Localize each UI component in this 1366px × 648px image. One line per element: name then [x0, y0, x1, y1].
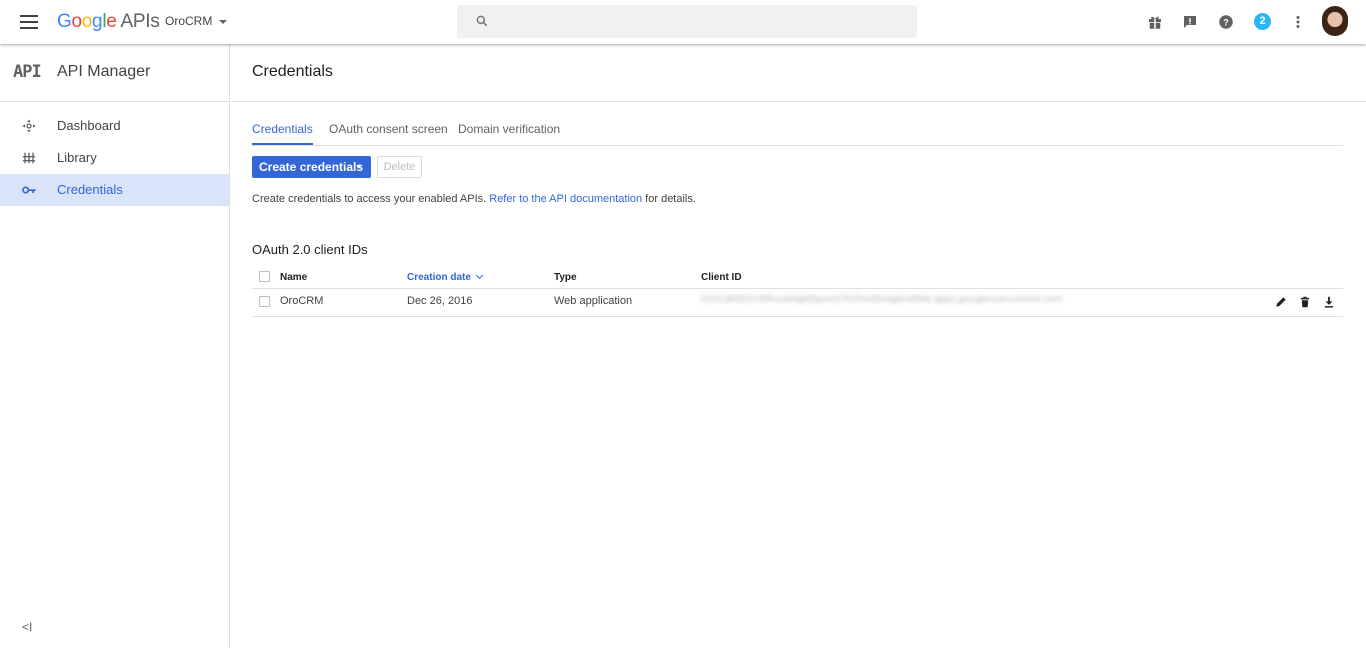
- feedback-icon[interactable]: [1181, 13, 1199, 31]
- api-documentation-link[interactable]: Refer to the API documentation: [489, 193, 642, 205]
- description-after: for details.: [642, 193, 696, 205]
- search-input[interactable]: [497, 5, 907, 38]
- sidebar-item-label: Credentials: [57, 182, 123, 197]
- search-bar[interactable]: [457, 5, 917, 38]
- column-header-name: Name: [280, 272, 308, 283]
- project-selector[interactable]: OroCRM: [165, 14, 228, 28]
- column-header-client-id: Client ID: [701, 272, 742, 283]
- logo-letter: e: [106, 11, 117, 32]
- description-text: Create credentials to access your enable…: [252, 193, 696, 205]
- table-header: Name Creation date Type Client ID: [252, 266, 1343, 289]
- logo-suffix: APIs: [120, 11, 160, 32]
- column-header-type: Type: [554, 272, 577, 283]
- notifications-badge[interactable]: 2: [1254, 13, 1271, 30]
- svg-text:?: ?: [1223, 17, 1229, 27]
- sidebar: API API Manager Dashboard Library Creden…: [0, 44, 230, 648]
- google-apis-logo[interactable]: Google APIs: [57, 11, 160, 33]
- chevron-down-icon: [219, 19, 228, 24]
- sidebar-item-label: Library: [57, 150, 97, 165]
- api-logo-icon: API: [13, 62, 42, 82]
- dashboard-icon: [22, 119, 36, 133]
- top-bar: Google APIs OroCRM ? 2: [0, 0, 1366, 44]
- client-name[interactable]: OroCRM: [280, 295, 323, 307]
- menu-icon[interactable]: [20, 15, 38, 29]
- chevron-down-icon: [356, 165, 362, 168]
- gift-icon[interactable]: [1146, 13, 1164, 31]
- column-header-creation-date[interactable]: Creation date: [407, 271, 483, 283]
- sidebar-item-library[interactable]: Library: [0, 142, 229, 174]
- library-icon: [23, 152, 35, 164]
- page-header: Credentials: [231, 44, 1366, 102]
- sidebar-item-dashboard[interactable]: Dashboard: [0, 110, 229, 142]
- table-row: OroCRM Dec 26, 2016 Web application 6191…: [252, 289, 1343, 317]
- creation-date: Dec 26, 2016: [407, 295, 473, 307]
- avatar[interactable]: [1322, 6, 1348, 36]
- logo-letter: g: [92, 11, 103, 32]
- tab-oauth-consent-screen[interactable]: OAuth consent screen: [329, 122, 448, 143]
- edit-icon[interactable]: [1274, 295, 1288, 309]
- sidebar-item-label: Dashboard: [57, 118, 121, 133]
- page-title: Credentials: [252, 63, 333, 80]
- section-title: OAuth 2.0 client IDs: [252, 242, 368, 257]
- sidebar-header: API API Manager: [0, 44, 229, 102]
- client-type: Web application: [554, 295, 633, 307]
- create-credentials-label: Create credentials: [259, 160, 364, 174]
- description-before: Create credentials to access your enable…: [252, 193, 490, 205]
- tab-credentials[interactable]: Credentials: [252, 122, 313, 145]
- project-name: OroCRM: [165, 14, 213, 28]
- help-icon[interactable]: ?: [1217, 13, 1235, 31]
- sidebar-title: API Manager: [57, 63, 151, 80]
- row-checkbox[interactable]: [259, 296, 270, 307]
- key-icon: [22, 186, 36, 194]
- select-all-checkbox[interactable]: [259, 271, 270, 282]
- sidebar-item-credentials[interactable]: Credentials: [0, 174, 229, 206]
- tab-domain-verification[interactable]: Domain verification: [458, 122, 560, 143]
- search-icon: [476, 15, 488, 27]
- logo-letter: o: [81, 11, 93, 32]
- download-icon[interactable]: [1322, 295, 1336, 309]
- delete-button[interactable]: Delete: [377, 156, 422, 178]
- column-header-label: Creation date: [407, 272, 471, 283]
- logo-letter: o: [71, 11, 82, 32]
- create-credentials-button[interactable]: Create credentials: [252, 156, 371, 178]
- client-id: 619138402149fnuxk9g6l5pum27h2hmt5s0g6n4i…: [701, 294, 1063, 305]
- delete-icon[interactable]: [1298, 295, 1312, 309]
- sort-descending-icon: [475, 271, 483, 280]
- logo-letter: G: [57, 11, 72, 32]
- collapse-sidebar-icon[interactable]: <I: [22, 620, 32, 634]
- more-vert-icon[interactable]: [1289, 13, 1307, 31]
- tab-bar: Credentials OAuth consent screen Domain …: [252, 114, 1343, 146]
